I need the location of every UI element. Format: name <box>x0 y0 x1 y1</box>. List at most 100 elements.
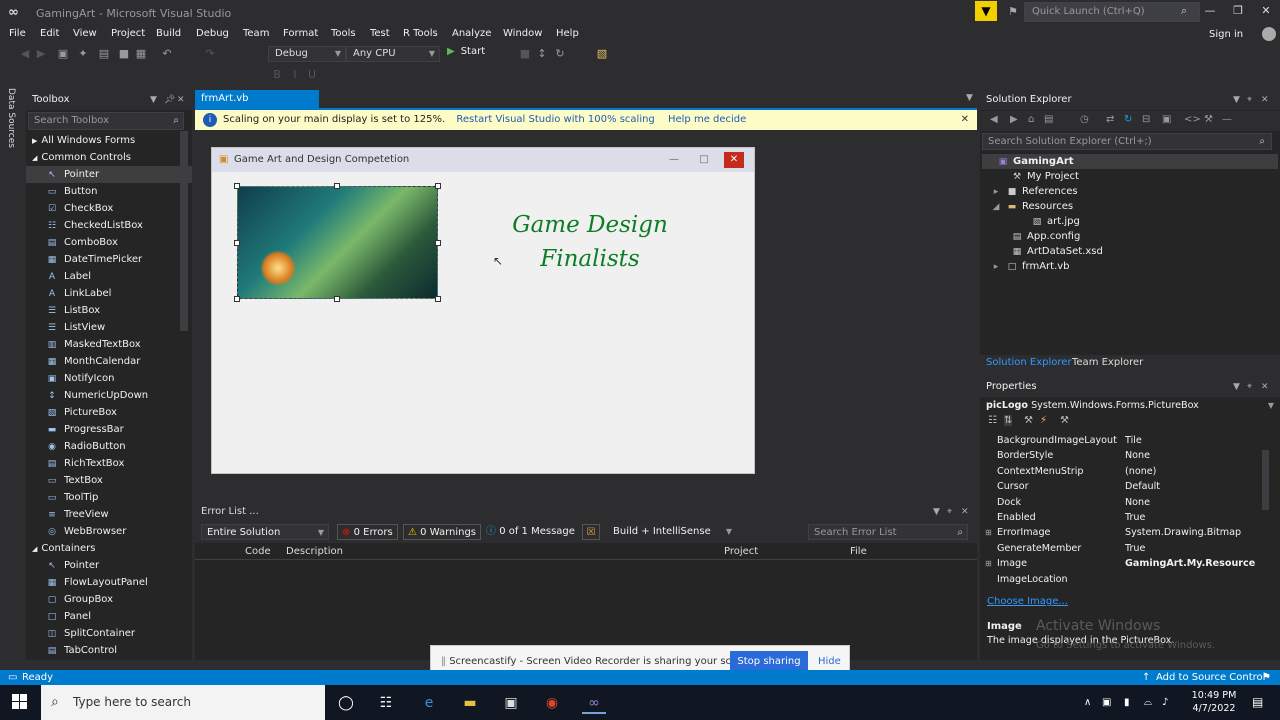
add-to-source-control[interactable]: Add to Source Control <box>1156 670 1265 685</box>
property-value[interactable]: GamingArt.My.Resource <box>1125 556 1255 571</box>
choose-image-link[interactable]: Choose Image... <box>987 596 1068 607</box>
toolbox-item-combo-box[interactable]: ▤ ComboBox <box>26 234 192 251</box>
object-selector[interactable]: picLogo System.Windows.Forms.PictureBox ▼ <box>980 397 1280 415</box>
tab-dropdown-icon[interactable]: ▼ <box>966 93 973 103</box>
toolbox-item-pointer[interactable]: ↖ Pointer <box>26 166 192 183</box>
menu-help[interactable]: Help <box>556 28 579 39</box>
restart-scaling-link[interactable]: Restart Visual Studio with 100% scaling <box>456 114 654 125</box>
property-row-image-location[interactable]: ImageLocation <box>980 572 1280 587</box>
property-value[interactable]: None <box>1125 448 1150 463</box>
toolbox-item-progress-bar[interactable]: ▬ ProgressBar <box>26 421 192 438</box>
column-project[interactable]: Project <box>724 546 758 557</box>
volume-icon[interactable]: ♪ <box>1162 697 1168 708</box>
stop-icon[interactable]: ■ <box>518 47 532 61</box>
column-description[interactable]: Description <box>286 546 343 557</box>
restart-icon[interactable]: ↻ <box>553 47 567 61</box>
menu-test[interactable]: Test <box>370 28 390 39</box>
tree-item-art-jpg[interactable]: ▧ art.jpg <box>982 214 1278 229</box>
toolbox-item-tool-tip[interactable]: ▭ ToolTip <box>26 489 192 506</box>
dropdown-icon[interactable]: ▼ <box>150 90 157 110</box>
toolbox-item-tab-control[interactable]: ▤ TabControl <box>26 642 192 659</box>
property-row-error-image[interactable]: ⊞ ErrorImage System.Drawing.Bitmap <box>980 525 1280 540</box>
categorized-icon[interactable]: ☷ <box>988 415 997 426</box>
quick-launch-input[interactable]: Quick Launch (Ctrl+Q) <box>1024 2 1200 22</box>
close-icon[interactable]: ✕ <box>1261 377 1269 397</box>
toolbox-search-input[interactable]: Search Toolbox ⌕ <box>28 112 184 130</box>
battery-icon[interactable]: ▮ <box>1124 697 1130 708</box>
resize-handle[interactable] <box>334 183 340 189</box>
start-button[interactable]: ▶ Start <box>447 46 485 57</box>
property-row-image[interactable]: ⊞ Image GamingArt.My.Resource <box>980 556 1280 571</box>
menu-view[interactable]: View <box>73 28 97 39</box>
properties-view-icon[interactable]: ⚒ <box>1024 415 1033 426</box>
refresh-icon[interactable]: ↻ <box>1124 114 1132 125</box>
properties-icon[interactable]: ⚒ <box>1204 114 1213 125</box>
toolbox-group-all-windows-forms[interactable]: ▶ All Windows Forms <box>26 132 192 149</box>
property-value[interactable]: None <box>1125 495 1150 510</box>
wifi-icon[interactable]: ⌓ <box>1144 697 1152 708</box>
errors-filter-button[interactable]: ⊗ 0 Errors <box>337 524 398 540</box>
home-icon[interactable]: ⌂ <box>1028 114 1034 125</box>
close-window-button[interactable]: ✕ <box>1254 4 1278 20</box>
forward-icon[interactable]: ▶ <box>1010 114 1018 125</box>
toolbox-item-group-box[interactable]: ▢ GroupBox <box>26 591 192 608</box>
solution-explorer-search-input[interactable]: Search Solution Explorer (Ctrl+;) ⌕ <box>982 133 1272 150</box>
error-list-search-input[interactable]: Search Error List ⌕ <box>808 524 968 540</box>
toolbox-scrollbar[interactable] <box>180 131 188 331</box>
toolbox-item-split-container[interactable]: ◫ SplitContainer <box>26 625 192 642</box>
preview-icon[interactable]: — <box>1222 114 1232 125</box>
redo-icon[interactable]: ↷ <box>203 47 217 61</box>
toolbox-item-pointer[interactable]: ↖ Pointer <box>26 557 192 574</box>
tree-item-gamingart[interactable]: ▣ GamingArt <box>982 154 1278 169</box>
collapse-all-icon[interactable]: ⊟ <box>1142 114 1150 125</box>
tree-item-resources[interactable]: ◢ ▬ Resources <box>982 199 1278 214</box>
maximize-button[interactable]: ❐ <box>1226 4 1250 20</box>
toolbox-item-rich-text-box[interactable]: ▤ RichTextBox <box>26 455 192 472</box>
task-view-icon[interactable]: ☷ <box>374 692 398 714</box>
tree-item-references[interactable]: ▸ ■ References <box>982 184 1278 199</box>
column-file[interactable]: File <box>850 546 867 557</box>
build-filter-select[interactable]: Build + IntelliSense ▼ <box>608 524 736 540</box>
menu-analyze[interactable]: Analyze <box>452 28 491 39</box>
open-file-icon[interactable]: ▤ <box>97 47 111 61</box>
menu-edit[interactable]: Edit <box>40 28 59 39</box>
toolbox-item-link-label[interactable]: A LinkLabel <box>26 285 192 302</box>
close-icon[interactable]: ✕ <box>961 503 969 521</box>
feedback-filter-icon[interactable]: ▼ <box>975 1 997 21</box>
menu-tools[interactable]: Tools <box>331 28 356 39</box>
resize-handle[interactable] <box>234 183 240 189</box>
toolbox-item-label[interactable]: A Label <box>26 268 192 285</box>
platform-select[interactable]: Any CPU ▼ <box>346 46 440 62</box>
taskbar-search-input[interactable]: ⌕ Type here to search <box>41 685 325 720</box>
tree-item-app-config[interactable]: ▤ App.config <box>982 229 1278 244</box>
resize-handle[interactable] <box>334 296 340 302</box>
align-icon[interactable]: ▧ <box>595 47 609 61</box>
pin-icon[interactable]: ⌖ <box>1247 90 1252 110</box>
toolbox-item-web-browser[interactable]: ◎ WebBrowser <box>26 523 192 540</box>
save-all-icon[interactable]: ▦ <box>134 47 148 61</box>
undo-icon[interactable]: ↶ <box>160 47 174 61</box>
toolbox-item-check-box[interactable]: ☑ CheckBox <box>26 200 192 217</box>
tab-frmart-design[interactable]: frmArt.vb [Design]⌖✕ <box>195 90 319 122</box>
close-icon[interactable]: ✕ <box>961 110 969 130</box>
toolbox-item-list-view[interactable]: ☰ ListView <box>26 319 192 336</box>
pin-icon[interactable]: 📌︎ <box>164 90 175 110</box>
switch-views-icon[interactable]: ▤ <box>1044 114 1053 125</box>
messages-filter-button[interactable]: ⓘ 0 of 1 Message <box>482 524 579 540</box>
pending-changes-icon[interactable]: ⇄ <box>1106 114 1114 125</box>
show-all-files-icon[interactable]: ▣ <box>1162 114 1171 125</box>
menu-project[interactable]: Project <box>111 28 145 39</box>
tree-item-my-project[interactable]: ⚒ My Project <box>982 169 1278 184</box>
pin-icon[interactable]: ⌖ <box>947 503 952 521</box>
visual-studio-taskbar-icon[interactable]: ∞ <box>582 692 606 714</box>
stop-sharing-button[interactable]: Stop sharing <box>730 651 808 672</box>
menu-format[interactable]: Format <box>283 28 318 39</box>
notifications-icon[interactable]: ⚑ <box>1008 5 1018 18</box>
toolbox-item-numeric-up-down[interactable]: ↕ NumericUpDown <box>26 387 192 404</box>
avatar[interactable] <box>1262 27 1276 41</box>
property-pages-icon[interactable]: ⚒ <box>1060 415 1069 426</box>
property-value[interactable]: (none) <box>1125 464 1156 479</box>
toolbox-item-checked-list-box[interactable]: ☷ CheckedListBox <box>26 217 192 234</box>
properties-scrollbar[interactable] <box>1262 450 1269 510</box>
file-explorer-icon[interactable]: ▬ <box>458 692 482 714</box>
